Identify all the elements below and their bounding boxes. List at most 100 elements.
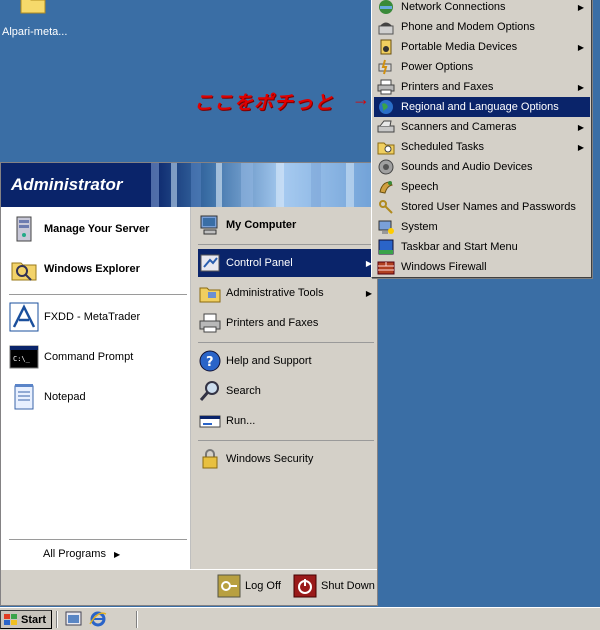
submenu-item-sounds-audio[interactable]: Sounds and Audio Devices bbox=[374, 157, 590, 177]
annotation-arrow: → bbox=[352, 89, 370, 109]
submenu-item-power-options[interactable]: Power Options bbox=[374, 57, 590, 77]
menu-item-label: Windows Explorer bbox=[44, 263, 140, 275]
submenu-item-label: Speech bbox=[401, 181, 439, 193]
taskbar-separator bbox=[56, 611, 58, 628]
search-icon bbox=[199, 381, 219, 401]
submenu-item-network-connections[interactable]: Network Connections ▶ bbox=[374, 0, 590, 17]
submenu-item-label: Scanners and Cameras bbox=[401, 121, 517, 133]
user-name: Administrator bbox=[11, 175, 123, 194]
computer-icon bbox=[200, 215, 218, 235]
control-panel-icon bbox=[200, 254, 220, 272]
menu-item-run[interactable]: Run... bbox=[198, 407, 374, 435]
menu-item-notepad[interactable]: Notepad bbox=[9, 379, 187, 415]
show-desktop-icon[interactable] bbox=[64, 610, 84, 628]
submenu-item-phone-modem[interactable]: Phone and Modem Options bbox=[374, 17, 590, 37]
printer-icon bbox=[199, 313, 221, 333]
menu-item-my-computer[interactable]: My Computer bbox=[198, 211, 374, 239]
submenu-item-label: Power Options bbox=[401, 61, 474, 73]
taskbar: Start bbox=[0, 607, 600, 630]
submenu-item-label: System bbox=[401, 221, 438, 233]
submenu-item-label: Sounds and Audio Devices bbox=[401, 161, 533, 173]
submenu-item-label: Scheduled Tasks bbox=[401, 141, 484, 153]
key-icon bbox=[217, 574, 241, 598]
keys-icon bbox=[379, 200, 393, 214]
submenu-item-label: Printers and Faxes bbox=[401, 81, 494, 93]
arrow-right-icon: ▶ bbox=[365, 288, 372, 298]
internet-explorer-icon[interactable] bbox=[88, 610, 108, 628]
run-icon bbox=[199, 415, 221, 428]
start-button[interactable]: Start bbox=[0, 610, 52, 629]
shut-down-button[interactable]: Shut Down bbox=[293, 573, 375, 599]
menu-item-label: Search bbox=[226, 385, 261, 397]
start-menu: Administrator Manage Your Server Windows… bbox=[0, 162, 378, 606]
menu-item-command-prompt[interactable]: C:\_ Command Prompt bbox=[9, 339, 187, 375]
submenu-item-label: Taskbar and Start Menu bbox=[401, 241, 518, 253]
windows-flag-icon bbox=[4, 614, 17, 625]
submenu-item-regional-language[interactable]: Regional and Language Options bbox=[374, 97, 590, 117]
submenu-item-label: Portable Media Devices bbox=[401, 41, 518, 53]
speaker-icon bbox=[378, 159, 394, 175]
menu-item-label: Run... bbox=[226, 415, 256, 427]
submenu-item-label: Stored User Names and Passwords bbox=[401, 201, 576, 213]
admin-tools-icon bbox=[199, 287, 221, 303]
menu-item-printers-faxes[interactable]: Printers and Faxes bbox=[198, 309, 374, 337]
speech-icon bbox=[379, 181, 393, 194]
svg-text:C:\_: C:\_ bbox=[13, 355, 31, 363]
menu-item-label: Command Prompt bbox=[44, 351, 134, 363]
submenu-item-printers-faxes[interactable]: Printers and Faxes ▶ bbox=[374, 77, 590, 97]
submenu-item-speech[interactable]: Speech bbox=[374, 177, 590, 197]
submenu-item-scanners-cameras[interactable]: Scanners and Cameras ▶ bbox=[374, 117, 590, 137]
menu-item-windows-explorer[interactable]: Windows Explorer bbox=[9, 251, 187, 287]
menu-item-manage-server[interactable]: Manage Your Server bbox=[9, 211, 187, 247]
firewall-icon bbox=[377, 261, 395, 275]
submenu-item-label: Windows Firewall bbox=[401, 261, 487, 273]
start-menu-right-pane: My Computer Control Panel ▶ Administrati… bbox=[192, 207, 377, 569]
start-menu-header: Administrator bbox=[1, 163, 377, 207]
menu-item-fxdd-metatrader[interactable]: FXDD - MetaTrader bbox=[9, 299, 187, 335]
desktop-icon-alpari[interactable]: Alpari-meta... bbox=[0, 0, 80, 44]
menu-item-label: Control Panel bbox=[226, 257, 293, 269]
arrow-right-icon: ▶ bbox=[577, 122, 584, 132]
menu-item-control-panel[interactable]: Control Panel ▶ bbox=[198, 249, 374, 277]
menu-item-help-support[interactable]: ? Help and Support bbox=[198, 347, 374, 375]
submenu-item-taskbar-start-menu[interactable]: Taskbar and Start Menu bbox=[374, 237, 590, 257]
separator bbox=[9, 294, 187, 295]
menu-item-windows-security[interactable]: Windows Security bbox=[198, 445, 374, 473]
submenu-item-label: Phone and Modem Options bbox=[401, 21, 535, 33]
scanner-icon bbox=[377, 120, 395, 133]
notepad-icon bbox=[14, 384, 34, 410]
submenu-item-scheduled-tasks[interactable]: Scheduled Tasks ▶ bbox=[374, 137, 590, 157]
help-icon: ? bbox=[199, 350, 221, 372]
separator bbox=[198, 244, 374, 245]
separator bbox=[198, 342, 374, 343]
taskbar-icon bbox=[378, 239, 394, 255]
menu-item-label: Windows Security bbox=[226, 453, 314, 465]
globe-icon bbox=[379, 100, 393, 114]
phone-icon bbox=[378, 22, 394, 35]
annotation-text: ここをポチっと bbox=[194, 92, 335, 114]
log-off-button[interactable]: Log Off bbox=[217, 573, 281, 599]
menu-item-label: Notepad bbox=[44, 391, 86, 403]
menu-item-administrative-tools[interactable]: Administrative Tools ▶ bbox=[198, 279, 374, 307]
separator bbox=[198, 440, 374, 441]
system-icon bbox=[378, 220, 394, 234]
taskbar-separator bbox=[136, 611, 138, 628]
submenu-item-windows-firewall[interactable]: Windows Firewall bbox=[374, 257, 590, 277]
server-icon bbox=[16, 216, 32, 242]
submenu-item-system[interactable]: System bbox=[374, 217, 590, 237]
submenu-item-stored-user-names[interactable]: Stored User Names and Passwords bbox=[374, 197, 590, 217]
menu-item-label: FXDD - MetaTrader bbox=[44, 311, 141, 323]
all-programs-button[interactable]: All Programs ▶ bbox=[43, 548, 120, 560]
menu-item-label: Printers and Faxes bbox=[226, 317, 319, 329]
media-device-icon bbox=[380, 39, 392, 55]
arrow-right-icon: ▶ bbox=[577, 142, 584, 152]
menu-item-search[interactable]: Search bbox=[198, 377, 374, 405]
arrow-right-icon: ▶ bbox=[577, 2, 584, 12]
submenu-item-portable-media[interactable]: Portable Media Devices ▶ bbox=[374, 37, 590, 57]
control-panel-submenu: Network Connections ▶ Phone and Modem Opt… bbox=[371, 0, 592, 278]
all-programs-label: All Programs bbox=[43, 548, 106, 560]
arrow-right-icon: ▶ bbox=[577, 42, 584, 52]
printer-icon bbox=[377, 79, 395, 95]
submenu-item-label: Network Connections bbox=[401, 1, 506, 13]
desktop-icon-label: Alpari-meta... bbox=[2, 26, 68, 38]
